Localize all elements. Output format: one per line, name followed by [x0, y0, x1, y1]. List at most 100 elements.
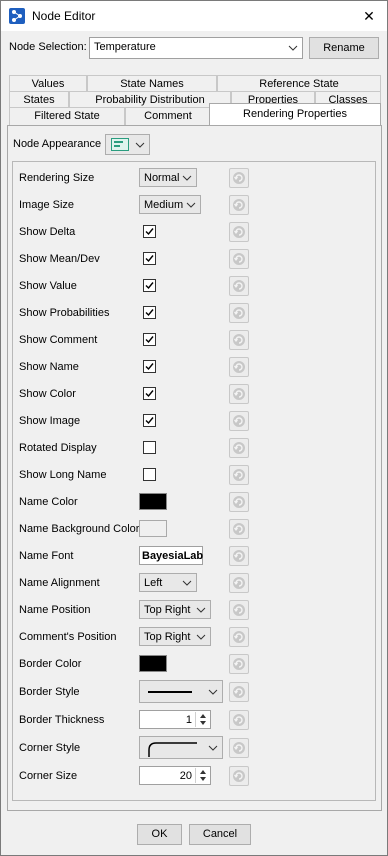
reset-show-long-name-button[interactable]	[229, 465, 249, 485]
reset-name-background-color-button[interactable]	[229, 519, 249, 539]
border-style-dropdown[interactable]	[139, 680, 223, 703]
chevron-down-icon	[196, 630, 206, 647]
reset-border-style-button[interactable]	[229, 682, 249, 702]
name-position-label: Name Position	[19, 604, 91, 616]
tab-comment[interactable]: Comment	[125, 107, 211, 125]
title-bar: Node Editor ✕	[1, 1, 387, 31]
rotated-display-checkbox[interactable]	[143, 441, 156, 454]
show-probabilities-label: Show Probabilities	[19, 307, 110, 319]
rename-button[interactable]: Rename	[309, 37, 379, 59]
corner-style-label: Corner Style	[19, 742, 81, 754]
reset-corner-style-button[interactable]	[229, 738, 249, 758]
reset-rotated-display-button[interactable]	[229, 438, 249, 458]
reset-name-position-button[interactable]	[229, 600, 249, 620]
chevron-down-icon	[186, 198, 196, 215]
chevron-down-icon	[208, 685, 218, 702]
show-image-checkbox[interactable]	[143, 414, 156, 427]
node-appearance-dropdown[interactable]	[105, 134, 150, 155]
reset-show-value-button[interactable]	[229, 276, 249, 296]
border-color-label: Border Color	[19, 658, 82, 670]
corner-size-value: 20	[179, 770, 192, 782]
tab-state-names[interactable]: State Names	[87, 75, 217, 92]
rotated-display-label: Rotated Display	[19, 442, 97, 454]
show-long-name-checkbox[interactable]	[143, 468, 156, 481]
ok-button[interactable]: OK	[137, 824, 182, 845]
close-icon[interactable]: ✕	[355, 4, 383, 28]
show-long-name-label: Show Long Name	[19, 469, 107, 481]
corner-style-dropdown[interactable]	[139, 736, 223, 759]
show-value-label: Show Value	[19, 280, 77, 292]
show-mean-dev-checkbox[interactable]	[143, 252, 156, 265]
name-alignment-value: Left	[144, 577, 163, 589]
comment-position-dropdown[interactable]: Top Right	[139, 627, 211, 646]
show-value-checkbox[interactable]	[143, 279, 156, 292]
show-color-label: Show Color	[19, 388, 76, 400]
show-probabilities-checkbox[interactable]	[143, 306, 156, 319]
solid-line-icon	[148, 691, 192, 693]
reset-border-thickness-button[interactable]	[229, 710, 249, 730]
window-title: Node Editor	[32, 9, 96, 23]
name-alignment-dropdown[interactable]: Left	[139, 573, 197, 592]
reset-comment-position-button[interactable]	[229, 627, 249, 647]
image-size-label: Image Size	[19, 199, 75, 211]
name-alignment-label: Name Alignment	[19, 577, 100, 589]
node-editor-window: Node Editor ✕ Node Selection: Temperatur…	[0, 0, 388, 856]
chevron-down-icon	[182, 171, 192, 188]
border-thickness-value: 1	[185, 714, 192, 726]
reset-show-comment-button[interactable]	[229, 330, 249, 350]
reset-show-probabilities-button[interactable]	[229, 303, 249, 323]
name-position-dropdown[interactable]: Top Right	[139, 600, 211, 619]
show-comment-checkbox[interactable]	[143, 333, 156, 346]
reset-show-delta-button[interactable]	[229, 222, 249, 242]
reset-border-color-button[interactable]	[229, 654, 249, 674]
reset-name-color-button[interactable]	[229, 492, 249, 512]
name-position-value: Top Right	[144, 604, 191, 616]
name-background-color-swatch[interactable]	[139, 520, 167, 537]
node-selection-dropdown[interactable]: Temperature	[89, 37, 303, 59]
tab-states[interactable]: States	[9, 91, 69, 108]
show-name-checkbox[interactable]	[143, 360, 156, 373]
show-color-checkbox[interactable]	[143, 387, 156, 400]
reset-show-mean-dev-button[interactable]	[229, 249, 249, 269]
tab-filtered-state[interactable]: Filtered State	[9, 107, 125, 125]
border-thickness-label: Border Thickness	[19, 714, 105, 726]
rendering-size-value: Normal	[144, 172, 180, 184]
chevron-down-icon	[135, 138, 145, 155]
image-size-dropdown[interactable]: Medium	[139, 195, 201, 214]
spinner-arrows-icon[interactable]	[195, 712, 209, 727]
border-style-label: Border Style	[19, 686, 80, 698]
reset-corner-size-button[interactable]	[229, 766, 249, 786]
tab-reference-state[interactable]: Reference State	[217, 75, 381, 92]
reset-image-size-button[interactable]	[229, 195, 249, 215]
rendering-size-dropdown[interactable]: Normal	[139, 168, 197, 187]
show-delta-label: Show Delta	[19, 226, 76, 238]
show-comment-label: Show Comment	[19, 334, 98, 346]
tab-rendering-properties[interactable]: Rendering Properties	[209, 103, 381, 126]
name-color-swatch[interactable]	[139, 493, 167, 510]
show-image-label: Show Image	[19, 415, 81, 427]
border-thickness-spinner[interactable]: 1	[139, 710, 211, 729]
node-appearance-label: Node Appearance	[13, 138, 102, 150]
tab-values[interactable]: Values	[9, 75, 87, 92]
name-background-color-label: Name Background Color	[19, 523, 140, 535]
node-selection-value: Temperature	[94, 41, 156, 53]
reset-show-name-button[interactable]	[229, 357, 249, 377]
reset-show-color-button[interactable]	[229, 384, 249, 404]
corner-size-label: Corner Size	[19, 770, 78, 782]
name-font-button[interactable]: BayesiaLab	[139, 546, 203, 565]
reset-name-font-button[interactable]	[229, 546, 249, 566]
border-color-swatch[interactable]	[139, 655, 167, 672]
corner-size-spinner[interactable]: 20	[139, 766, 211, 785]
show-name-label: Show Name	[19, 361, 79, 373]
tab-probability-distribution[interactable]: Probability Distribution	[69, 91, 231, 108]
rendering-size-label: Rendering Size	[19, 172, 95, 184]
show-mean-dev-label: Show Mean/Dev	[19, 253, 100, 265]
show-delta-checkbox[interactable]	[143, 225, 156, 238]
cancel-button[interactable]: Cancel	[189, 824, 251, 845]
chevron-down-icon	[196, 603, 206, 620]
reset-name-alignment-button[interactable]	[229, 573, 249, 593]
reset-show-image-button[interactable]	[229, 411, 249, 431]
reset-rendering-size-button[interactable]	[229, 168, 249, 188]
spinner-arrows-icon[interactable]	[195, 768, 209, 783]
chevron-down-icon	[288, 41, 298, 58]
